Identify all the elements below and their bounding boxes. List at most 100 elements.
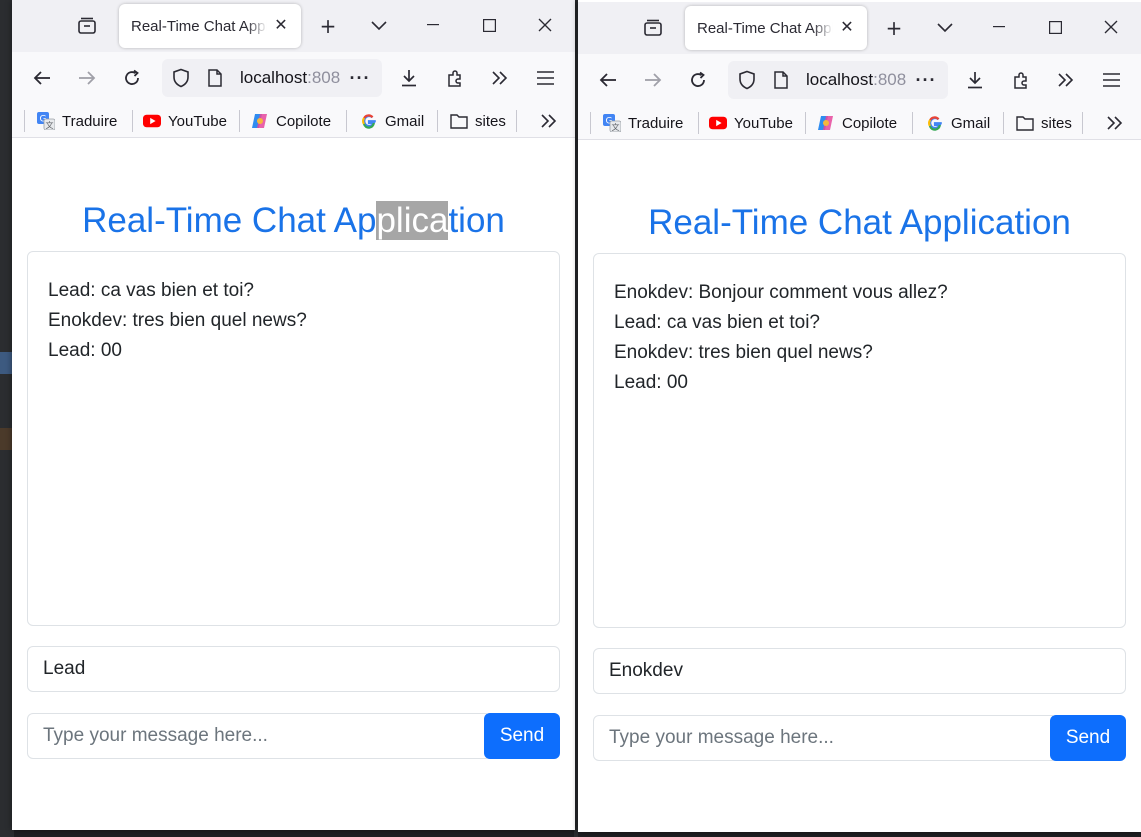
back-icon[interactable]	[25, 62, 59, 94]
url-bar[interactable]: localhost:8080 ···	[728, 61, 948, 99]
forward-icon[interactable]	[636, 64, 670, 96]
bookmark-label: Traduire	[62, 112, 118, 130]
url-bar[interactable]: localhost:8080 ···	[162, 59, 382, 97]
url-text: localhost:8080	[240, 68, 340, 88]
list-all-tabs-icon[interactable]	[932, 15, 958, 41]
translate-icon: G文	[603, 114, 621, 132]
firefox-view-icon[interactable]	[74, 13, 100, 39]
tab-active[interactable]: Real-Time Chat Application ✕	[119, 4, 301, 48]
svg-text:文: 文	[612, 122, 620, 132]
bookmark-gmail[interactable]: Gmail	[360, 109, 424, 133]
minimize-icon[interactable]	[976, 8, 1022, 46]
url-port: :8080	[307, 68, 340, 87]
new-tab-icon[interactable]: +	[881, 15, 907, 41]
forward-icon[interactable]	[70, 62, 104, 94]
overflow-menu-chevrons-icon[interactable]	[1049, 64, 1083, 96]
page-actions-more-icon[interactable]: ···	[910, 65, 942, 95]
tab-active[interactable]: Real-Time Chat Application ✕	[685, 6, 867, 50]
hamburger-menu-icon[interactable]	[1094, 64, 1128, 96]
url-host: localhost	[806, 70, 874, 89]
reload-icon[interactable]	[681, 64, 715, 96]
bookmark-label: sites	[1041, 114, 1072, 132]
reload-icon[interactable]	[115, 62, 149, 94]
bookmark-separator	[24, 110, 25, 132]
youtube-icon	[143, 112, 161, 130]
message-list: Lead: ca vas bien et toi? Enokdev: tres b…	[48, 276, 539, 366]
bookmark-label: Copilote	[276, 112, 332, 130]
bookmark-separator	[346, 110, 347, 132]
tab-title: Real-Time Chat Application	[131, 17, 267, 35]
page-content: Real-Time Chat Application Lead: ca vas …	[12, 139, 575, 830]
list-all-tabs-icon[interactable]	[366, 13, 392, 39]
title-text: Real-Time Chat Application	[648, 203, 1071, 242]
google-icon	[926, 114, 944, 132]
svg-text:文: 文	[46, 120, 54, 130]
downloads-icon[interactable]	[958, 64, 992, 96]
message-list: Enokdev: Bonjour comment vous allez? Lead…	[614, 278, 1105, 398]
firefox-view-icon[interactable]	[640, 15, 666, 41]
minimize-icon[interactable]	[410, 6, 456, 44]
url-port: :8080	[873, 70, 906, 89]
translate-icon: G文	[37, 112, 55, 130]
bookmark-separator	[1003, 112, 1004, 134]
bookmark-separator	[805, 112, 806, 134]
bookmark-separator	[590, 112, 591, 134]
bookmark-folder-sites[interactable]: sites	[1016, 111, 1072, 135]
chat-message: Lead: ca vas bien et toi?	[614, 312, 820, 333]
browser-window-lead: Real-Time Chat Application ✕ +	[12, 0, 575, 830]
page-content: Real-Time Chat Application Enokdev: Bonj…	[578, 141, 1141, 832]
bookmark-separator	[132, 110, 133, 132]
send-button[interactable]: Send	[1050, 715, 1126, 761]
bookmarks-toolbar: G文 Traduire YouTube Copilote Gmail sites	[578, 106, 1141, 140]
message-input[interactable]	[27, 713, 487, 759]
chat-messages-box[interactable]: Lead: ca vas bien et toi? Enokdev: tres b…	[27, 251, 560, 626]
chat-message: Enokdev: tres bien quel news?	[614, 342, 873, 363]
back-icon[interactable]	[591, 64, 625, 96]
chat-message: Lead: 00	[48, 340, 122, 361]
close-window-icon[interactable]	[1088, 8, 1134, 46]
close-tab-icon[interactable]: ✕	[837, 16, 857, 36]
bookmark-copilote[interactable]: Copilote	[251, 109, 331, 133]
hamburger-menu-icon[interactable]	[528, 62, 562, 94]
bookmark-youtube[interactable]: YouTube	[709, 111, 793, 135]
overflow-menu-chevrons-icon[interactable]	[483, 62, 517, 94]
tab-strip: Real-Time Chat Application ✕ +	[12, 0, 575, 52]
page-info-icon[interactable]	[774, 71, 788, 94]
page-actions-more-icon[interactable]: ···	[344, 63, 376, 93]
close-tab-icon[interactable]: ✕	[271, 14, 291, 34]
navigation-toolbar: localhost:8080 ···	[578, 54, 1141, 106]
url-host: localhost	[240, 68, 308, 87]
extensions-icon[interactable]	[1004, 64, 1038, 96]
bookmark-traduire[interactable]: G文 Traduire	[37, 109, 117, 133]
close-window-icon[interactable]	[522, 6, 568, 44]
page-info-icon[interactable]	[208, 69, 222, 92]
bookmark-gmail[interactable]: Gmail	[926, 111, 990, 135]
bookmark-label: YouTube	[168, 112, 227, 130]
bookmark-separator	[516, 110, 517, 132]
extensions-icon[interactable]	[438, 62, 472, 94]
page-title: Real-Time Chat Application	[12, 201, 575, 241]
downloads-icon[interactable]	[392, 62, 426, 94]
bookmarks-overflow-chevrons-icon[interactable]	[534, 109, 564, 133]
username-input[interactable]	[593, 648, 1126, 694]
bookmark-traduire[interactable]: G文 Traduire	[603, 111, 683, 135]
browser-window-enokdev: Real-Time Chat Application ✕ +	[578, 0, 1141, 832]
tracking-protection-shield-icon[interactable]	[738, 70, 756, 95]
folder-icon	[450, 112, 468, 130]
chat-messages-box[interactable]: Enokdev: Bonjour comment vous allez? Lead…	[593, 253, 1126, 628]
username-input[interactable]	[27, 646, 560, 692]
message-input[interactable]	[593, 715, 1053, 761]
maximize-icon[interactable]	[466, 6, 512, 44]
new-tab-icon[interactable]: +	[315, 13, 341, 39]
maximize-icon[interactable]	[1032, 8, 1078, 46]
bookmark-youtube[interactable]: YouTube	[143, 109, 227, 133]
send-button[interactable]: Send	[484, 713, 560, 759]
chat-message: Enokdev: Bonjour comment vous allez?	[614, 282, 948, 303]
tracking-protection-shield-icon[interactable]	[172, 68, 190, 93]
bookmark-folder-sites[interactable]: sites	[450, 109, 506, 133]
bookmark-copilote[interactable]: Copilote	[817, 111, 897, 135]
title-text-rest: tion	[448, 201, 505, 240]
title-selected-text: plica	[376, 201, 449, 240]
bookmarks-overflow-chevrons-icon[interactable]	[1100, 111, 1130, 135]
title-text: Real-Time Chat Ap	[82, 201, 377, 240]
